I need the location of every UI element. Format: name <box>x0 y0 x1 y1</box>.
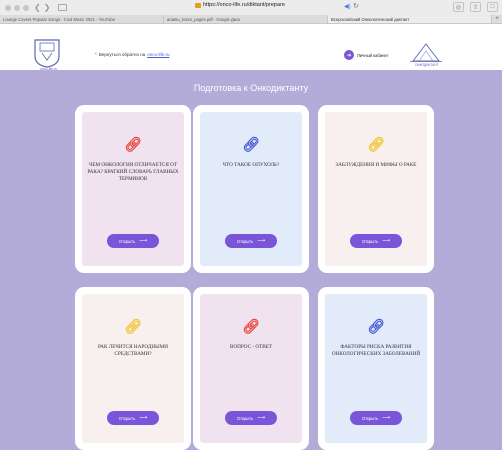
open-button-label: Открыть <box>118 415 136 421</box>
tab-bar: Lounge Covers Popular Songs - Cool Music… <box>0 15 502 24</box>
site-favicon-icon <box>195 2 201 8</box>
open-button-label: Открыть <box>361 415 379 421</box>
arrow-right-icon: ⟶ <box>257 414 266 421</box>
tab-google-drive[interactable]: anatsu_tosxn_pages.pdf - Google Диск <box>164 15 328 23</box>
tab-label: Lounge Covers Popular Songs - Cool Music… <box>3 17 116 22</box>
tabs-overview-icon[interactable]: □ <box>487 2 498 12</box>
minimize-dot[interactable] <box>14 4 20 11</box>
link-icon: 🔗︎ <box>242 136 260 152</box>
open-button[interactable]: Открыть ⟶ <box>107 411 159 425</box>
card-body: 🔗︎ Факторы риска развития онкологических… <box>325 294 427 443</box>
main-content: Подготовка к Онкодиктанту 🔗︎ Чем онколог… <box>0 70 502 450</box>
card-title: Вопрос - ответ <box>229 344 273 350</box>
shield-icon[interactable]: ◎ <box>453 2 464 12</box>
window-controls[interactable] <box>5 4 29 11</box>
back-url[interactable]: onco-life.ru <box>147 52 169 57</box>
open-button[interactable]: Открыть ⟶ <box>225 234 277 248</box>
card-title: Заблуждения и мифы о раке <box>335 162 417 168</box>
forward-arrow-icon[interactable]: ❯ <box>44 3 51 12</box>
login-arrow-icon: ➜ <box>344 50 354 60</box>
open-button[interactable]: Открыть ⟶ <box>350 234 402 248</box>
card-title: Факторы риска развития онкологических за… <box>331 344 421 357</box>
card-body: 🔗︎ Рак лечится народными средствами? Отк… <box>82 294 184 443</box>
arrow-right-icon: ⟶ <box>382 414 391 421</box>
personal-account-button[interactable]: ➜ Личный кабинет <box>344 50 389 60</box>
card-mify: 🔗︎ Заблуждения и мифы о раке Открыть ⟶ <box>318 105 434 273</box>
card-opuhol: 🔗︎ Что такое опухоль? Открыть ⟶ <box>193 105 309 273</box>
tab-onkodiktant[interactable]: Всероссийский Онкологический диктант <box>328 15 492 23</box>
arrow-right-icon: ⟶ <box>139 414 148 421</box>
card-onkologia-vs-rak: 🔗︎ Чем онкология отличается от рака? Кра… <box>75 105 191 273</box>
onco-life-logo[interactable] <box>33 38 61 68</box>
address-bar[interactable]: https://onco-life.ru/diktant/prepare <box>195 2 285 8</box>
card-title: Рак лечится народными средствами? <box>97 344 168 357</box>
arrow-right-icon: ⟶ <box>139 237 148 244</box>
card-body: 🔗︎ Заблуждения и мифы о раке Открыть ⟶ <box>325 112 427 266</box>
site-header: onco-life.ru ‹ Вернуться обратно на onco… <box>0 25 502 71</box>
card-faktory-riska: 🔗︎ Факторы риска развития онкологических… <box>318 287 434 450</box>
sidebar-toggle-icon[interactable] <box>58 4 68 11</box>
open-button[interactable]: Открыть ⟶ <box>107 234 159 248</box>
open-button-label: Открыть <box>236 415 254 421</box>
tab-label: Всероссийский Онкологический диктант <box>331 17 410 22</box>
audio-playing-icon[interactable]: ◀) <box>344 3 351 10</box>
link-icon: 🔗︎ <box>124 318 142 334</box>
link-icon: 🔗︎ <box>242 318 260 334</box>
onkodiktant-caption: ОНКОДИКТАНТ <box>415 63 439 67</box>
card-narodnye-sredstva: 🔗︎ Рак лечится народными средствами? Отк… <box>75 287 191 450</box>
card-body: 🔗︎ Что такое опухоль? Открыть ⟶ <box>200 112 302 266</box>
close-dot[interactable] <box>5 4 11 11</box>
link-icon: 🔗︎ <box>367 318 385 334</box>
personal-account-label: Личный кабинет <box>357 52 389 58</box>
card-vopros-otvet: 🔗︎ Вопрос - ответ Открыть ⟶ <box>193 287 309 450</box>
chevron-left-icon: ‹ <box>95 51 97 57</box>
card-body: 🔗︎ Вопрос - ответ Открыть ⟶ <box>200 294 302 443</box>
open-button-label: Открыть <box>361 238 379 244</box>
open-button[interactable]: Открыть ⟶ <box>225 411 277 425</box>
tab-label: anatsu_tosxn_pages.pdf - Google Диск <box>167 17 241 22</box>
page-title: Подготовка к Онкодиктанту <box>193 83 309 93</box>
browser-toolbar: ❮ ❯ https://onco-life.ru/diktant/prepare… <box>0 0 502 15</box>
new-tab-icon[interactable]: + <box>492 15 502 23</box>
zoom-dot[interactable] <box>23 4 29 11</box>
link-icon: 🔗︎ <box>124 136 142 152</box>
url-text[interactable]: https://onco-life.ru/diktant/prepare <box>203 2 285 8</box>
arrow-right-icon: ⟶ <box>382 237 391 244</box>
card-body: 🔗︎ Чем онкология отличается от рака? Кра… <box>82 112 184 266</box>
back-to-site-link[interactable]: ‹ Вернуться обратно на onco-life.ru <box>95 51 169 57</box>
back-arrow-icon[interactable]: ❮ <box>34 3 41 12</box>
open-button-label: Открыть <box>118 238 136 244</box>
reload-icon[interactable]: ↻ <box>353 2 359 10</box>
open-button-label: Открыть <box>236 238 254 244</box>
onkodiktant-logo <box>410 43 442 62</box>
link-icon: 🔗︎ <box>367 136 385 152</box>
card-title: Что такое опухоль? <box>222 162 280 168</box>
share-icon[interactable]: ⇧ <box>470 2 481 12</box>
back-text: Вернуться обратно на <box>98 52 146 57</box>
open-button[interactable]: Открыть ⟶ <box>350 411 402 425</box>
tab-youtube[interactable]: Lounge Covers Popular Songs - Cool Music… <box>0 15 164 23</box>
card-title: Чем онкология отличается от рака? Кратки… <box>87 162 179 182</box>
arrow-right-icon: ⟶ <box>257 237 266 244</box>
